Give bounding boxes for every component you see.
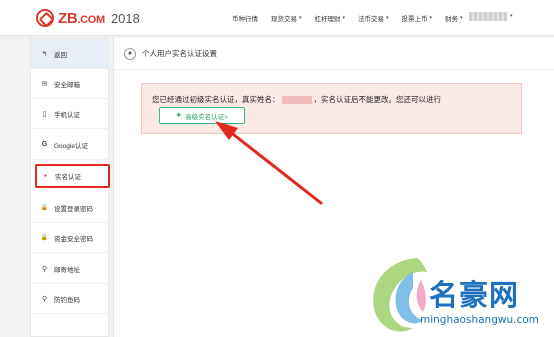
sidebar-item-label: 返回 <box>54 51 67 59</box>
top-navigation-bar: ZB.COM 2018 币种行情 现货交易 ▾ 杠杆理财 ▾ 法币交易 ▾ 投票上币 ▾… <box>0 0 554 36</box>
panel-header: ● 个人用户实名认证设置 <box>114 38 554 70</box>
user-icon: ● <box>124 47 136 60</box>
google-icon: G <box>41 141 48 148</box>
nav-finance[interactable]: 财务 ▾ <box>445 13 463 23</box>
lock-icon: 🔒 <box>40 205 49 211</box>
sidebar-item-mailing-address[interactable]: ⚲ 邮寄地址 <box>31 254 109 284</box>
lock-icon: 🔒 <box>40 235 49 241</box>
advanced-verification-label: 高级实名认证> <box>185 113 228 121</box>
logo-text: ZB.COM <box>58 9 105 27</box>
sidebar-item-label: 资金安全密码 <box>54 235 93 243</box>
sidebar-item-anti-phishing-code[interactable]: ⚲ 防钓鱼码 <box>31 284 109 314</box>
masked-real-name <box>281 95 312 104</box>
chevron-down-icon: ▾ <box>342 15 346 21</box>
sidebar-item-real-name-verification[interactable]: ● 实名认证 <box>35 164 110 188</box>
account-sidebar: ↰ 返回 ✉ 安全邮箱 ▯ 手机认证 G Google认证 ● 实名认证 🔒 设… <box>30 38 110 337</box>
nav-otc-trading[interactable]: 法币交易 ▾ <box>358 13 389 23</box>
nav-spot-trading[interactable]: 现货交易 ▾ <box>271 13 302 23</box>
sidebar-item-phone-verification[interactable]: ▯ 手机认证 <box>31 99 109 129</box>
sidebar-item-label: 手机认证 <box>54 111 80 119</box>
sidebar-item-label: 安全邮箱 <box>54 81 80 89</box>
sidebar-item-label: Google认证 <box>54 142 88 150</box>
plus-circle-icon: ✚ <box>176 113 182 119</box>
user-icon: ● <box>43 173 48 179</box>
verification-status-alert: 您已经通过初级实名认证，真实姓名： ，实名认证后不能更改。您还可以进行 ✚ 高级… <box>141 83 522 134</box>
watermark-name: 名豪网 <box>429 278 520 312</box>
sidebar-item-login-password[interactable]: 🔒 设置登录密码 <box>31 193 109 223</box>
chevron-down-icon: ▾ <box>299 15 302 21</box>
nav-user-masked[interactable] <box>469 12 507 21</box>
mobile-icon: ▯ <box>42 110 47 118</box>
main-nav: 币种行情 现货交易 ▾ 杠杆理财 ▾ 法币交易 ▾ 投票上币 ▾ 财务 ▾ <box>232 13 476 23</box>
sidebar-item-label: 实名认证 <box>55 174 81 181</box>
sidebar-item-fund-password[interactable]: 🔒 资金安全密码 <box>31 223 109 253</box>
envelope-icon: ✉ <box>41 80 48 88</box>
map-marker-icon: ⚲ <box>41 295 48 303</box>
alert-message: 您已经通过初级实名认证，真实姓名： ，实名认证后不能更改。您还可以进行 <box>152 95 441 104</box>
sidebar-item-label: 防钓鱼码 <box>54 296 80 304</box>
logo-year: 2018 <box>110 10 140 26</box>
page-title: 个人用户实名认证设置 <box>142 49 217 58</box>
zb-logo[interactable]: ZB.COM 2018 <box>36 8 140 28</box>
sidebar-item-google-auth[interactable]: G Google认证 <box>31 130 109 160</box>
chevron-down-icon: ▾ <box>386 15 389 21</box>
advanced-verification-button[interactable]: ✚ 高级实名认证> <box>159 107 245 124</box>
chevron-down-icon: ▾ <box>460 15 463 21</box>
nav-leverage[interactable]: 杠杆理财 ▾ <box>315 13 346 23</box>
sidebar-item-back[interactable]: ↰ 返回 <box>31 39 109 69</box>
back-arrow-icon: ↰ <box>41 50 48 58</box>
watermark-url: minghaoshangwu.com <box>420 314 539 326</box>
sidebar-item-security-email[interactable]: ✉ 安全邮箱 <box>31 69 109 99</box>
nav-market[interactable]: 币种行情 <box>232 13 258 23</box>
nav-vote-listing[interactable]: 投票上币 ▾ <box>402 13 433 23</box>
zb-logo-icon <box>36 9 54 27</box>
chevron-down-icon: ▾ <box>429 15 433 21</box>
sidebar-item-label: 邮寄地址 <box>54 266 80 274</box>
sidebar-item-label: 设置登录密码 <box>54 205 93 213</box>
chevron-down-icon[interactable]: ▾ <box>510 13 513 19</box>
map-marker-icon: ⚲ <box>41 265 48 273</box>
